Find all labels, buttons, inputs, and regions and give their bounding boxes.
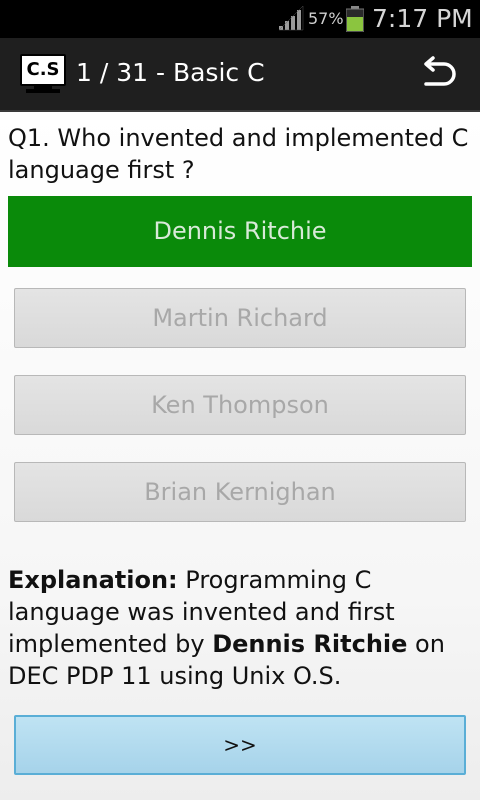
battery-icon: [346, 6, 364, 32]
page-title: 1 / 31 - Basic C: [76, 58, 265, 87]
app-logo-icon[interactable]: C.S: [20, 54, 66, 94]
app-logo-text: C.S: [20, 54, 66, 86]
signal-icon: [278, 6, 304, 31]
option-button[interactable]: Brian Kernighan: [14, 462, 466, 522]
explanation-heading: Explanation:: [8, 566, 178, 594]
option-correct-answer[interactable]: Dennis Ritchie: [8, 196, 472, 267]
explanation-highlight: Dennis Ritchie: [212, 630, 408, 658]
option-button[interactable]: Ken Thompson: [14, 375, 466, 435]
question-text: Q1. Who invented and implemented C langu…: [8, 124, 469, 184]
next-question-button[interactable]: >>: [14, 715, 466, 775]
quiz-content: Q1. Who invented and implemented C langu…: [0, 112, 480, 800]
clock: 7:17 PM: [372, 4, 473, 33]
monitor-base: [26, 89, 60, 93]
option-button[interactable]: Martin Richard: [14, 288, 466, 348]
status-bar: 57% 7:17 PM: [0, 0, 480, 38]
battery-percent: 57%: [308, 9, 344, 28]
action-bar: C.S 1 / 31 - Basic C: [0, 38, 480, 112]
back-arrow-icon[interactable]: [418, 56, 458, 92]
explanation: Explanation: Programming C language was …: [8, 564, 476, 692]
